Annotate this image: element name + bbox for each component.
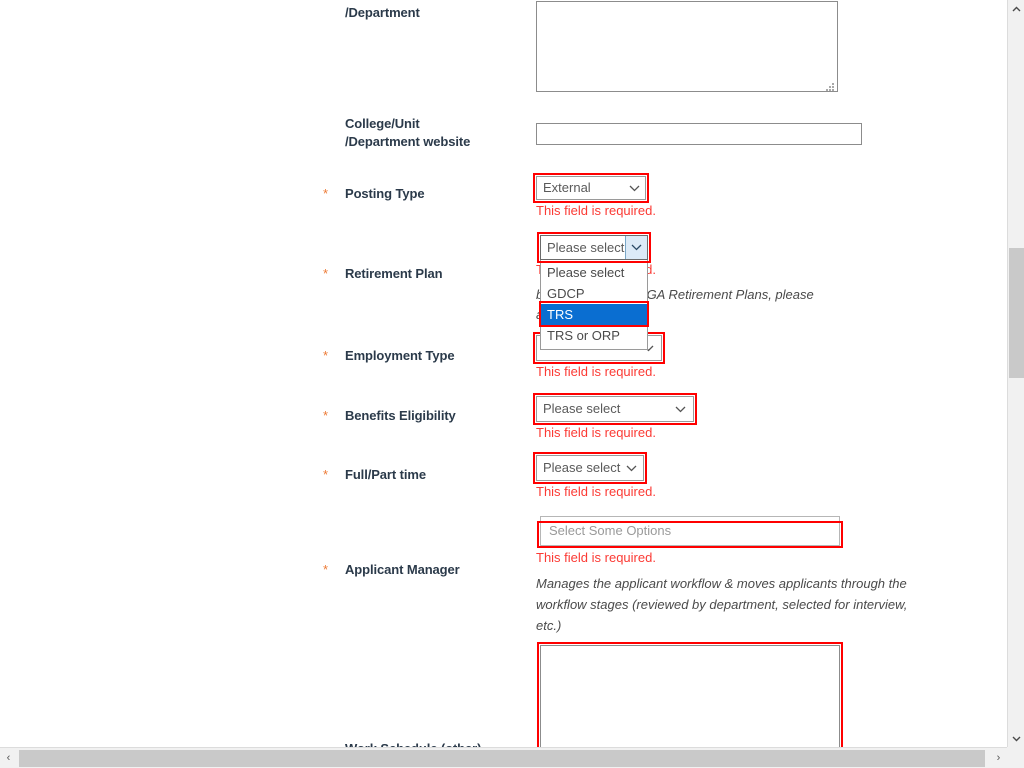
label-benefits-eligibility: * Benefits Eligibility — [323, 407, 520, 425]
label-posting-type: * Posting Type — [323, 185, 520, 203]
label-employment-type: * Employment Type — [323, 347, 520, 365]
full-part-time-field-wrap: Please select — [533, 452, 647, 484]
scroll-left-arrow-icon[interactable]: ‹ — [0, 748, 17, 768]
error-full-part-time: This field is required. — [536, 484, 656, 499]
scroll-right-arrow-icon[interactable]: › — [990, 748, 1007, 768]
required-asterisk-full-part-time: * — [323, 467, 328, 482]
error-applicant-manager: This field is required. — [536, 550, 656, 565]
required-asterisk-employment-type: * — [323, 348, 328, 363]
horizontal-scrollbar[interactable]: ‹ › — [0, 747, 1024, 768]
error-employment-type: This field is required. — [536, 364, 656, 379]
label-retirement-plan: * Retirement Plan — [323, 265, 520, 283]
retirement-plan-dropdown-list[interactable]: Please select GDCP TRS TRS or ORP — [540, 259, 648, 350]
label-department: /Department — [345, 4, 520, 22]
applicant-manager-multiselect[interactable]: Select Some Options — [540, 516, 840, 546]
chevron-down-icon[interactable] — [625, 236, 647, 259]
help-text-applicant-manager: Manages the applicant workflow & moves a… — [536, 573, 936, 636]
dropdown-option-trs[interactable]: TRS — [541, 304, 647, 325]
vertical-scrollbar-thumb[interactable] — [1009, 248, 1024, 378]
chevron-down-icon — [625, 456, 637, 480]
horizontal-scrollbar-thumb[interactable] — [19, 750, 985, 767]
department-website-field-wrap — [536, 123, 862, 145]
help-applicant-manager-line-2: workflow stages (reviewed by department,… — [536, 597, 908, 612]
label-full-part-time-line-1: Full/Part time — [345, 467, 426, 482]
scroll-up-arrow-icon[interactable] — [1008, 0, 1024, 17]
label-department-website-line-2: /Department website — [345, 134, 471, 149]
vertical-scrollbar[interactable] — [1007, 0, 1024, 747]
dropdown-option-gdcp[interactable]: GDCP — [541, 283, 647, 304]
help-applicant-manager-line-1: Manages the applicant workflow & moves a… — [536, 576, 907, 591]
label-full-part-time: * Full/Part time — [323, 466, 520, 484]
label-retirement-plan-line-1: Retirement Plan — [345, 266, 443, 281]
label-applicant-manager: * Applicant Manager — [323, 561, 520, 579]
chevron-down-icon — [628, 177, 640, 199]
benefits-eligibility-select[interactable]: Please select — [536, 396, 694, 422]
retirement-plan-value: Please select — [547, 240, 625, 255]
help-applicant-manager-line-3: etc.) — [536, 618, 562, 633]
dropdown-option-please-select[interactable]: Please select — [541, 262, 647, 283]
error-benefits-eligibility: This field is required. — [536, 425, 656, 440]
label-department-line-1: /Department — [345, 5, 420, 20]
work-schedule-other-textarea-wrap — [537, 642, 843, 747]
department-textarea[interactable] — [536, 1, 838, 92]
chevron-down-icon — [674, 397, 686, 421]
scroll-down-arrow-icon[interactable] — [1008, 730, 1024, 747]
label-benefits-eligibility-line-1: Benefits Eligibility — [345, 408, 456, 423]
required-asterisk-applicant-manager: * — [323, 562, 328, 577]
retirement-plan-select[interactable]: Please select — [540, 235, 648, 260]
full-part-time-select[interactable]: Please select — [536, 455, 644, 481]
label-posting-type-line-1: Posting Type — [345, 186, 425, 201]
dropdown-option-trs-or-orp[interactable]: TRS or ORP — [541, 325, 647, 346]
label-department-website-line-1: College/Unit — [345, 116, 420, 131]
error-posting-type: This field is required. — [536, 203, 656, 218]
posting-type-select[interactable]: External — [536, 176, 646, 200]
department-field-wrap — [536, 1, 838, 92]
applicant-manager-placeholder: Select Some Options — [549, 523, 672, 538]
posting-type-field-wrap: External — [533, 173, 649, 203]
required-asterisk-retirement-plan: * — [323, 266, 328, 281]
full-part-time-value: Please select — [543, 460, 621, 475]
label-work-schedule-other: Work Schedule (other) — [345, 740, 520, 747]
work-schedule-other-textarea[interactable] — [540, 645, 840, 747]
label-employment-type-line-1: Employment Type — [345, 348, 455, 363]
posting-type-value: External — [543, 180, 591, 195]
page-viewport: /Department College/Unit /Department web… — [0, 0, 1007, 747]
label-department-website: College/Unit /Department website — [345, 115, 520, 151]
required-asterisk-benefits-eligibility: * — [323, 408, 328, 423]
benefits-eligibility-value: Please select — [543, 401, 621, 416]
scrollbar-corner — [1007, 747, 1024, 768]
benefits-eligibility-field-wrap: Please select — [533, 393, 697, 425]
label-work-schedule-other-line-1: Work Schedule (other) — [345, 740, 520, 747]
department-website-input[interactable] — [536, 123, 862, 145]
label-applicant-manager-line-1: Applicant Manager — [345, 562, 460, 577]
required-asterisk-posting-type: * — [323, 186, 328, 201]
